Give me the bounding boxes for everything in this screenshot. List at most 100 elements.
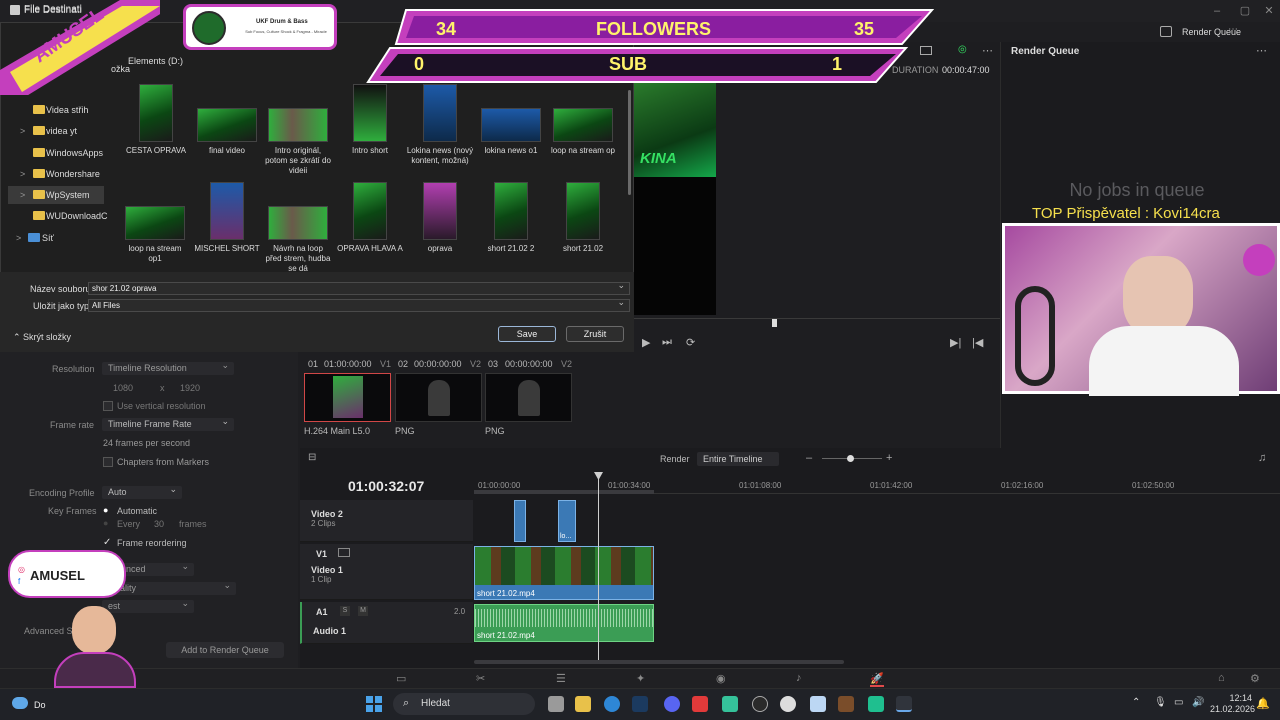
file-item[interactable]: MISCHEL SHORT — [193, 182, 261, 254]
add-to-render-queue-button[interactable]: Add to Render Queue — [166, 642, 284, 658]
media-page-icon[interactable]: ▭ — [396, 672, 406, 685]
skip-end-icon[interactable]: ⏭ — [662, 336, 672, 349]
filename-input[interactable]: shor 21.02 oprava — [88, 280, 630, 295]
cut-page-icon[interactable]: ✂ — [476, 672, 485, 685]
notifications-icon[interactable]: 🔔 — [1256, 697, 1270, 710]
nav-item-network[interactable]: > Síť — [4, 229, 100, 247]
file-item[interactable]: Návrh na loop před strem, hudba se dá — [264, 206, 332, 274]
track-audio-1[interactable]: A1 S M 2.0 Audio 1 — [300, 602, 473, 644]
taskbar-search-input[interactable]: Hledat — [393, 693, 535, 715]
windows-start-icon[interactable] — [366, 696, 382, 712]
task-view-icon[interactable] — [548, 696, 564, 712]
v2-clip-1[interactable] — [514, 500, 526, 542]
weather-icon[interactable] — [12, 697, 28, 709]
file-item[interactable]: loop na stream op1 — [121, 206, 189, 264]
mute-button[interactable]: M — [358, 606, 368, 616]
file-item[interactable]: Intro originál, potom se zkrátí do videi… — [264, 108, 332, 176]
loop-icon[interactable]: ⟳ — [686, 336, 695, 349]
davinci-resolve-icon[interactable] — [896, 696, 912, 712]
obs-icon[interactable] — [752, 696, 768, 712]
expand-icon[interactable]: > — [20, 186, 25, 204]
mic-icon[interactable]: 🎙 — [1154, 697, 1167, 708]
file-item[interactable]: short 21.02 — [549, 182, 617, 254]
encoding-profile-dropdown[interactable]: Auto — [102, 483, 182, 499]
a1-clip[interactable]: short 21.02.mp4 — [474, 604, 654, 642]
nav-item-wudownloadcache[interactable]: WUDownloadC — [8, 207, 108, 225]
render-queue-menu-icon[interactable]: ⋯ — [1228, 24, 1238, 35]
minecraft-icon[interactable] — [838, 696, 854, 712]
steam-icon[interactable] — [632, 696, 648, 712]
file-item[interactable]: loop na stream op — [549, 108, 617, 156]
file-item[interactable]: OPRAVA HLAVA A — [336, 182, 404, 254]
cancel-button[interactable]: Zrušit — [566, 326, 624, 342]
app-icon-3[interactable] — [868, 696, 884, 712]
volume-icon[interactable]: 🔊 — [1192, 697, 1204, 708]
clip-3-thumbnail[interactable] — [485, 373, 572, 422]
nav-item-windowsapps[interactable]: WindowsApps — [8, 144, 104, 162]
chapters-checkbox[interactable] — [103, 457, 113, 467]
file-item[interactable]: lokina news o1 — [477, 108, 545, 156]
close-icon[interactable]: ✕ — [1262, 4, 1276, 18]
zoom-out-icon[interactable]: – — [806, 452, 812, 464]
file-item[interactable]: Intro short — [336, 84, 404, 156]
file-list-scrollbar[interactable] — [628, 90, 631, 195]
nav-item-wpsystem[interactable]: > WpSystem — [8, 186, 104, 204]
save-button[interactable]: Save — [498, 326, 556, 342]
resolution-dropdown[interactable]: Timeline Resolution — [102, 359, 234, 375]
zoom-in-icon[interactable]: + — [886, 452, 892, 464]
options-icon[interactable]: ⋯ — [1256, 44, 1267, 57]
file-item[interactable]: oprava — [406, 182, 474, 254]
frame-reorder-check-icon[interactable]: ✓ — [103, 537, 111, 548]
notepad-icon[interactable] — [810, 696, 826, 712]
nav-item-videa-yt[interactable]: > videa yt — [8, 122, 104, 140]
viewer-scrubber[interactable] — [634, 318, 1000, 319]
file-explorer-icon[interactable] — [575, 696, 591, 712]
play-icon[interactable]: ▶ — [642, 336, 650, 349]
next-frame-icon[interactable]: ▶| — [950, 336, 961, 349]
render-queue-icon[interactable] — [1160, 26, 1172, 37]
timeline-options-icon[interactable]: ⊟ — [308, 452, 316, 463]
hide-folders-toggle[interactable]: ⌃ Skrýt složky — [13, 332, 71, 343]
radio-every-icon[interactable]: ● — [103, 518, 108, 528]
file-item[interactable]: Lokina news (nový kontent, možná) — [406, 84, 474, 166]
timeline-scrollbar[interactable] — [474, 660, 844, 664]
vertical-res-checkbox[interactable] — [103, 401, 113, 411]
discord-icon[interactable] — [664, 696, 680, 712]
prev-frame-icon[interactable]: |◀ — [972, 336, 983, 349]
clip-1-thumbnail[interactable] — [304, 373, 391, 422]
radio-automatic-icon[interactable]: ● — [103, 505, 108, 515]
color-page-icon[interactable]: ◉ — [716, 672, 726, 685]
file-item[interactable]: final video — [193, 108, 261, 156]
network-icon[interactable]: ▭ — [1174, 697, 1183, 708]
home-icon[interactable]: ⌂ — [1218, 672, 1225, 684]
film-icon[interactable] — [338, 548, 350, 557]
edit-page-icon[interactable]: ☰ — [556, 672, 566, 685]
expand-icon[interactable]: > — [20, 165, 25, 183]
youtube-icon[interactable] — [692, 696, 708, 712]
app-icon-2[interactable] — [780, 696, 796, 712]
file-item[interactable]: short 21.02 2 — [477, 182, 545, 254]
audio-meter-icon[interactable]: ♫ — [1258, 452, 1266, 464]
render-range-dropdown[interactable]: Entire Timeline — [697, 452, 779, 466]
scrubber-handle[interactable] — [772, 319, 777, 327]
save-type-select[interactable]: All Files — [88, 297, 630, 312]
fusion-page-icon[interactable]: ✦ — [636, 672, 645, 685]
zoom-slider-handle[interactable] — [847, 455, 854, 462]
track-video-1[interactable]: V1 Video 1 1 Clip — [300, 544, 473, 600]
viewer-menu-icon[interactable]: ⋯ — [982, 44, 993, 57]
app-icon-1[interactable] — [722, 696, 738, 712]
expand-icon[interactable]: > — [16, 229, 21, 247]
timeline-playhead[interactable] — [598, 475, 599, 660]
frame-rate-dropdown[interactable]: Timeline Frame Rate — [102, 415, 234, 431]
track-video-2[interactable]: Video 2 2 Clips — [300, 500, 473, 542]
nav-item-wondershare[interactable]: > Wondershare — [8, 165, 104, 183]
tray-arrow-icon[interactable]: ⌃ — [1132, 697, 1140, 708]
edge-icon[interactable] — [604, 696, 620, 712]
fairlight-page-icon[interactable]: ♪ — [796, 672, 802, 684]
viewer-mode-icon[interactable]: ◎ — [958, 44, 967, 55]
settings-gear-icon[interactable]: ⚙ — [1250, 672, 1260, 685]
solo-button[interactable]: S — [340, 606, 350, 616]
minimize-icon[interactable]: – — [1210, 4, 1224, 18]
v1-clip[interactable]: short 21.02.mp4 — [474, 546, 654, 600]
taskbar-clock[interactable]: 12:14 21.02.2026 — [1210, 693, 1255, 715]
